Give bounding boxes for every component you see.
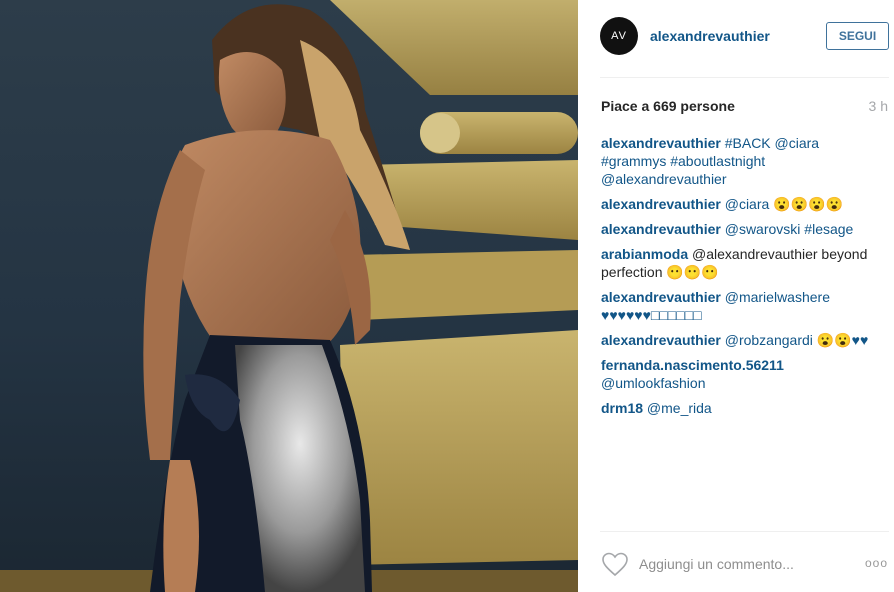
comment-author[interactable]: arabianmoda: [601, 246, 688, 262]
comment-author[interactable]: alexandrevauthier: [601, 289, 721, 305]
comment-text[interactable]: @umlookfashion: [601, 375, 706, 391]
comment-text[interactable]: @robzangardi 😮😮♥♥: [725, 332, 869, 348]
comment-author[interactable]: alexandrevauthier: [601, 196, 721, 212]
comment-author[interactable]: drm18: [601, 400, 643, 416]
comment: alexandrevauthier #BACK @ciara #grammys …: [601, 134, 887, 188]
comment: alexandrevauthier @marielwashere ♥♥♥♥♥♥□…: [601, 288, 887, 324]
comment: drm18 @me_rida: [601, 399, 887, 417]
comment: alexandrevauthier @swarovski #lesage: [601, 220, 887, 238]
comment-text[interactable]: @swarovski #lesage: [725, 221, 854, 237]
comment: fernanda.nascimento.56211 @umlookfashion: [601, 356, 887, 392]
comment: arabianmoda @alexandrevauthier beyond pe…: [601, 245, 887, 281]
post-photo[interactable]: [0, 0, 578, 592]
comment: alexandrevauthier @robzangardi 😮😮♥♥: [601, 331, 887, 349]
comment-list: alexandrevauthier #BACK @ciara #grammys …: [601, 134, 887, 424]
post-header: AV alexandrevauthier SEGUI: [578, 0, 894, 76]
comment: alexandrevauthier @ciara 😮😮😮😮: [601, 195, 887, 213]
comment-author[interactable]: alexandrevauthier: [601, 332, 721, 348]
avatar[interactable]: AV: [600, 17, 638, 55]
comment-author[interactable]: fernanda.nascimento.56211: [601, 357, 784, 373]
post-sidebar: AV alexandrevauthier SEGUI Piace a 669 p…: [578, 0, 894, 592]
author-username[interactable]: alexandrevauthier: [650, 28, 770, 44]
follow-button[interactable]: SEGUI: [826, 22, 889, 50]
comment-text[interactable]: @ciara 😮😮😮😮: [725, 196, 843, 212]
divider: [600, 77, 889, 78]
post-time[interactable]: 3 h: [869, 98, 888, 114]
divider: [600, 531, 889, 532]
instagram-post: AV alexandrevauthier SEGUI Piace a 669 p…: [0, 0, 894, 592]
comment-text[interactable]: @me_rida: [647, 400, 712, 416]
heart-icon[interactable]: [601, 551, 629, 577]
comment-author[interactable]: alexandrevauthier: [601, 221, 721, 237]
post-photo-illustration: [0, 0, 578, 592]
more-options-icon[interactable]: ooo: [865, 556, 888, 570]
add-comment-input[interactable]: Aggiungi un commento...: [639, 556, 794, 572]
likes-count[interactable]: Piace a 669 persone: [601, 98, 735, 114]
comment-author[interactable]: alexandrevauthier: [601, 135, 721, 151]
